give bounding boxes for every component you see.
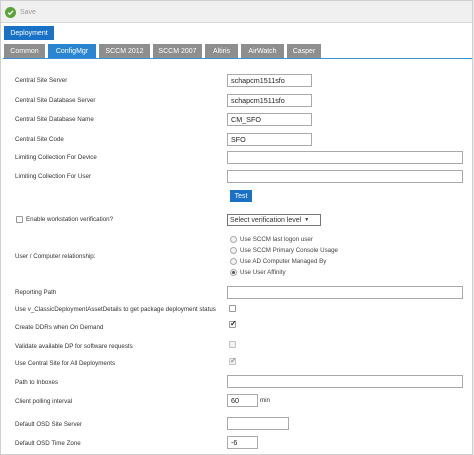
polling-unit-label: min — [260, 397, 270, 404]
tab-airwatch[interactable]: AirWatch — [241, 44, 284, 58]
default-osd-time-zone-input[interactable]: -6 — [227, 436, 258, 449]
client-polling-interval-label: Client polling interval — [15, 398, 73, 405]
central-site-server-label: Central Site Server — [15, 77, 68, 84]
default-osd-time-zone-label: Default OSD Time Zone — [15, 440, 81, 447]
default-osd-site-server-input[interactable] — [227, 417, 289, 430]
validate-dp-checkbox[interactable] — [229, 341, 236, 348]
save-button[interactable]: Save — [5, 5, 36, 19]
tab-common[interactable]: Common — [4, 44, 45, 58]
create-ddrs-checkbox[interactable] — [229, 319, 237, 328]
radio-label: Use SCCM Primary Console Usage — [240, 247, 338, 254]
reporting-path-label: Reporting Path — [15, 289, 57, 296]
verification-level-select[interactable]: Select verification level ▼ — [227, 214, 321, 226]
create-ddrs-label: Create DDRs when On Demand — [15, 324, 104, 331]
radio-label: Use User Affinity — [240, 269, 286, 276]
tab-casper[interactable]: Casper — [287, 44, 321, 58]
workstation-verification-checkbox[interactable] — [16, 216, 23, 223]
tab-sccm-2012[interactable]: SCCM 2012 — [99, 44, 150, 58]
radio-sccm-primary-console[interactable]: Use SCCM Primary Console Usage — [230, 247, 338, 254]
validate-dp-label: Validate available DP for software reque… — [15, 343, 133, 350]
use-central-site-checkbox[interactable] — [229, 356, 237, 365]
limiting-collection-device-input[interactable] — [227, 151, 463, 164]
save-label: Save — [20, 8, 36, 16]
user-computer-relationship-label: User / Computer relationship: — [15, 253, 96, 260]
use-classic-details-checkbox[interactable] — [229, 305, 236, 312]
chevron-down-icon: ▼ — [304, 217, 310, 223]
default-osd-site-server-label: Default OSD Site Server — [15, 421, 83, 428]
central-site-server-input[interactable]: schapcm1511sfo — [227, 74, 312, 87]
tab-configmgr[interactable]: ConfigMgr — [48, 44, 96, 58]
toolbar: Save — [1, 1, 472, 23]
path-to-inboxes-label: Path to Inboxes — [15, 379, 58, 386]
radio-button[interactable] — [230, 269, 237, 276]
use-classic-details-label: Use v_ClassicDeploymentAssetDetails to g… — [15, 306, 216, 313]
workstation-verification-label: Enable workstation verification? — [26, 216, 114, 223]
tab-altiris[interactable]: Altiris — [205, 44, 238, 58]
limiting-collection-user-label: Limiting Collection For User — [15, 173, 91, 180]
central-site-code-input[interactable]: SFO — [227, 133, 312, 146]
verification-level-value: Select verification level — [230, 216, 302, 224]
test-button[interactable]: Test — [230, 190, 252, 202]
central-site-db-name-label: Central Site Database Name — [15, 116, 94, 123]
path-to-inboxes-input[interactable] — [227, 375, 463, 388]
central-site-code-label: Central Site Code — [15, 136, 64, 143]
tab-sccm-2007[interactable]: SCCM 2007 — [153, 44, 202, 58]
radio-label: Use AD Computer Managed By — [240, 258, 327, 265]
use-central-site-label: Use Central Site for All Deployments — [15, 360, 116, 367]
radio-ad-computer-managed-by[interactable]: Use AD Computer Managed By — [230, 258, 326, 265]
radio-button[interactable] — [230, 236, 237, 243]
tab-bar: Common ConfigMgr SCCM 2012 SCCM 2007 Alt… — [3, 42, 472, 59]
checkmark-icon — [5, 6, 16, 18]
radio-sccm-last-logon[interactable]: Use SCCM last logon user — [230, 236, 313, 243]
central-site-db-server-label: Central Site Database Server — [15, 97, 96, 104]
reporting-path-input[interactable] — [227, 286, 463, 299]
radio-button[interactable] — [230, 258, 237, 265]
central-site-db-name-input[interactable]: CM_SFO — [227, 113, 312, 126]
radio-user-affinity[interactable]: Use User Affinity — [230, 269, 286, 276]
central-site-db-server-input[interactable]: schapcm1511sfo — [227, 94, 312, 107]
radio-label: Use SCCM last logon user — [240, 236, 313, 243]
limiting-collection-device-label: Limiting Collection For Device — [15, 154, 97, 161]
radio-button[interactable] — [230, 247, 237, 254]
client-polling-interval-input[interactable]: 60 — [227, 394, 258, 407]
settings-window: Save Deployment Common ConfigMgr SCCM 20… — [0, 0, 473, 455]
limiting-collection-user-input[interactable] — [227, 170, 463, 183]
tab-deployment[interactable]: Deployment — [4, 26, 54, 40]
